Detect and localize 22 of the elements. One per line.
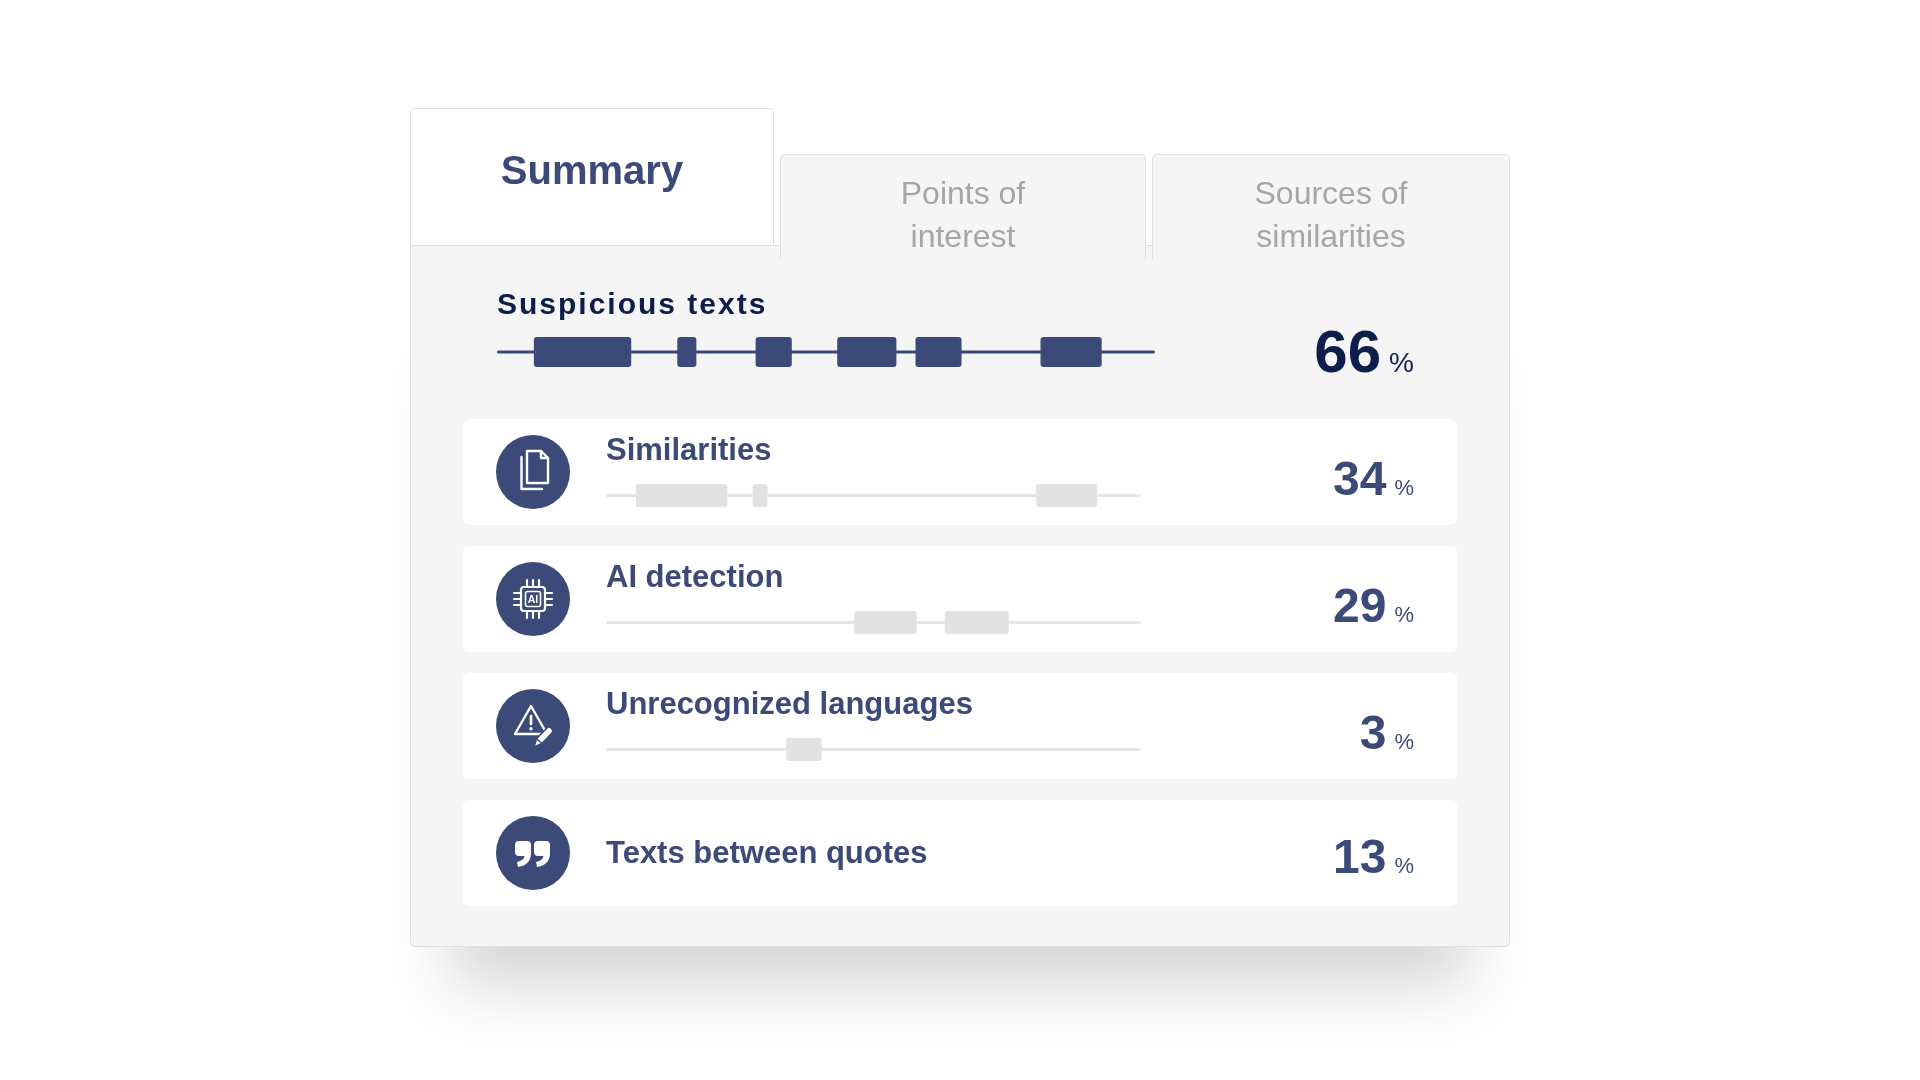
percent-sign: %: [1394, 731, 1414, 753]
documents-icon: [496, 435, 570, 509]
score-value: 66: [1314, 322, 1382, 382]
tab[interactable]: Points of interest: [780, 154, 1146, 259]
quote-marks-icon: [496, 816, 570, 890]
percent-sign: %: [1394, 477, 1414, 499]
percent-sign: %: [1389, 349, 1414, 377]
percent-sign: %: [1394, 604, 1414, 626]
percent-sign: %: [1394, 855, 1414, 877]
chip-icon: AI: [496, 562, 570, 636]
score-value: 29: [1333, 582, 1387, 630]
category-title: Texts between quotes: [606, 834, 928, 872]
category-title: Similarities: [606, 431, 772, 469]
score-value: 3: [1359, 709, 1387, 757]
category-title: Unrecognized languages: [606, 685, 973, 723]
score-value: 34: [1333, 455, 1387, 503]
section-title: Suspicious texts: [497, 286, 768, 322]
warning-pencil-icon: [496, 689, 570, 763]
category-title: AI detection: [606, 558, 784, 596]
score-value: 13: [1333, 833, 1387, 881]
tab[interactable]: Sources of similarities: [1152, 154, 1510, 259]
tab[interactable]: Summary: [410, 108, 774, 245]
